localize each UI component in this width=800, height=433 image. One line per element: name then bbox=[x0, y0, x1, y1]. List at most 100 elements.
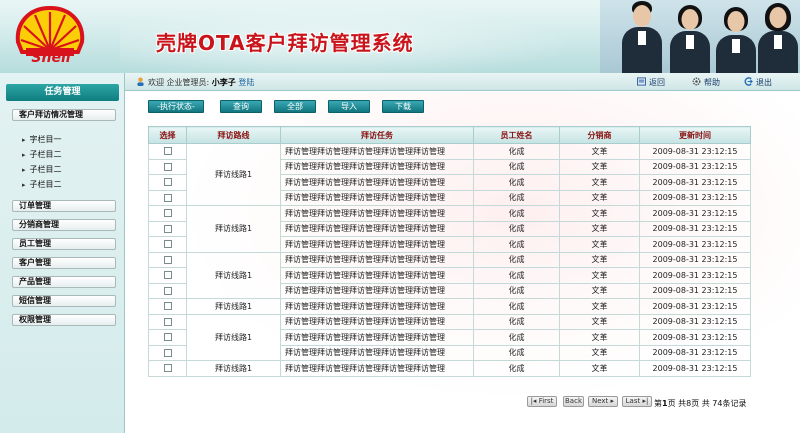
updated-cell: 2009-08-31 23:12:15 bbox=[639, 298, 751, 315]
query-button[interactable]: 查询 bbox=[220, 100, 262, 113]
download-button[interactable]: 下载 bbox=[382, 100, 424, 113]
distributor-cell: 文革 bbox=[559, 267, 640, 284]
back-button[interactable]: 返回 bbox=[637, 77, 665, 88]
row-checkbox[interactable] bbox=[163, 333, 172, 342]
first-icon: |◂ bbox=[530, 397, 537, 405]
distributor-cell: 文革 bbox=[559, 313, 640, 330]
sidebar-item-customers[interactable]: 客户管理 bbox=[12, 257, 116, 269]
employee-cell: 化成 bbox=[473, 313, 560, 330]
first-page-button[interactable]: |◂ First bbox=[527, 396, 557, 407]
last-page-button[interactable]: Last ▸| bbox=[622, 396, 652, 407]
employee-cell: 化成 bbox=[473, 174, 560, 191]
updated-cell: 2009-08-31 23:12:15 bbox=[639, 360, 751, 377]
employee-cell: 化成 bbox=[473, 360, 560, 377]
select-cell bbox=[148, 313, 187, 330]
banner-photo bbox=[600, 0, 800, 73]
updated-cell: 2009-08-31 23:12:15 bbox=[639, 251, 751, 268]
row-checkbox[interactable] bbox=[163, 364, 172, 373]
col-header-employee: 员工姓名 bbox=[473, 126, 560, 144]
task-cell: 拜访管理拜访管理拜访管理拜访管理拜访管理 bbox=[280, 189, 474, 206]
row-checkbox[interactable] bbox=[163, 271, 172, 280]
task-cell: 拜访管理拜访管理拜访管理拜访管理拜访管理 bbox=[280, 205, 474, 222]
sidebar-subitem[interactable]: 字栏目一 bbox=[22, 134, 62, 145]
select-cell bbox=[148, 298, 187, 315]
header-banner: Shell 壳牌OTA客户拜访管理系统 bbox=[0, 0, 800, 73]
table-row: 拜访线路1 拜访管理拜访管理拜访管理拜访管理拜访管理 化成 文革 2009-08-31 … bbox=[148, 298, 751, 315]
table-row: 拜访线路1 拜访管理拜访管理拜访管理拜访管理拜访管理 化成 文革 2009-08-31 … bbox=[148, 313, 751, 361]
task-cell: 拜访管理拜访管理拜访管理拜访管理拜访管理 bbox=[280, 282, 474, 299]
col-header-route: 拜访路线 bbox=[186, 126, 281, 144]
row-checkbox[interactable] bbox=[163, 147, 172, 156]
distributor-cell: 文革 bbox=[559, 205, 640, 222]
task-cell: 拜访管理拜访管理拜访管理拜访管理拜访管理 bbox=[280, 174, 474, 191]
table-row: 拜访线路1 拜访管理拜访管理拜访管理拜访管理拜访管理 化成 文革 2009-08-31 … bbox=[148, 143, 751, 206]
row-checkbox[interactable] bbox=[163, 348, 172, 357]
sidebar: 任务管理 客户拜访情况管理 字栏目一 子栏目二 子栏目二 子栏目二 订单管理 分… bbox=[0, 73, 125, 433]
row-checkbox[interactable] bbox=[163, 178, 172, 187]
distributor-cell: 文革 bbox=[559, 174, 640, 191]
sidebar-item-employees[interactable]: 员工管理 bbox=[12, 238, 116, 250]
sidebar-subitem[interactable]: 子栏目二 bbox=[22, 179, 62, 190]
task-cell: 拜访管理拜访管理拜访管理拜访管理拜访管理 bbox=[280, 313, 474, 330]
next-icon: ▸ bbox=[610, 397, 615, 405]
row-checkbox[interactable] bbox=[163, 302, 172, 311]
table-row: 拜访线路1 拜访管理拜访管理拜访管理拜访管理拜访管理 化成 文革 2009-08-31 … bbox=[148, 251, 751, 299]
employee-cell: 化成 bbox=[473, 143, 560, 160]
select-cell bbox=[148, 360, 187, 377]
updated-cell: 2009-08-31 23:12:15 bbox=[639, 344, 751, 361]
import-button[interactable]: 导入 bbox=[328, 100, 370, 113]
select-cell bbox=[148, 174, 187, 191]
welcome-text: 欢迎 企业管理员: 小李子 登陆 bbox=[136, 77, 254, 88]
updated-cell: 2009-08-31 23:12:15 bbox=[639, 205, 751, 222]
help-button[interactable]: 帮助 bbox=[692, 77, 720, 88]
row-checkbox[interactable] bbox=[163, 317, 172, 326]
updated-cell: 2009-08-31 23:12:15 bbox=[639, 313, 751, 330]
status-select[interactable]: -执行状态- bbox=[148, 100, 204, 113]
row-checkbox[interactable] bbox=[163, 224, 172, 233]
employee-cell: 化成 bbox=[473, 282, 560, 299]
col-header-select: 选择 bbox=[148, 126, 187, 144]
username: 小李子 bbox=[211, 78, 236, 87]
route-cell: 拜访线路1 bbox=[186, 313, 281, 361]
task-cell: 拜访管理拜访管理拜访管理拜访管理拜访管理 bbox=[280, 329, 474, 346]
prev-page-button[interactable]: Back bbox=[563, 396, 584, 407]
sidebar-item-sms[interactable]: 短信管理 bbox=[12, 295, 116, 307]
task-cell: 拜访管理拜访管理拜访管理拜访管理拜访管理 bbox=[280, 360, 474, 377]
all-button[interactable]: 全部 bbox=[274, 100, 316, 113]
sidebar-item-products[interactable]: 产品管理 bbox=[12, 276, 116, 288]
row-checkbox[interactable] bbox=[163, 162, 172, 171]
updated-cell: 2009-08-31 23:12:15 bbox=[639, 143, 751, 160]
sidebar-item-visit-management[interactable]: 客户拜访情况管理 bbox=[12, 109, 116, 121]
next-page-button[interactable]: Next ▸ bbox=[588, 396, 618, 407]
employee-cell: 化成 bbox=[473, 220, 560, 237]
sidebar-subitem[interactable]: 子栏目二 bbox=[22, 164, 62, 175]
route-cell: 拜访线路1 bbox=[186, 360, 281, 377]
row-checkbox[interactable] bbox=[163, 193, 172, 202]
task-cell: 拜访管理拜访管理拜访管理拜访管理拜访管理 bbox=[280, 344, 474, 361]
sidebar-item-orders[interactable]: 订单管理 bbox=[12, 200, 116, 212]
select-cell bbox=[148, 143, 187, 160]
select-cell bbox=[148, 158, 187, 175]
sidebar-subitem[interactable]: 子栏目二 bbox=[22, 149, 62, 160]
select-cell bbox=[148, 329, 187, 346]
sidebar-header: 任务管理 bbox=[6, 84, 119, 101]
updated-cell: 2009-08-31 23:12:15 bbox=[639, 189, 751, 206]
distributor-cell: 文革 bbox=[559, 189, 640, 206]
sidebar-item-permissions[interactable]: 权限管理 bbox=[12, 314, 116, 326]
row-checkbox[interactable] bbox=[163, 209, 172, 218]
route-cell: 拜访线路1 bbox=[186, 251, 281, 299]
col-header-updated: 更新时间 bbox=[639, 126, 751, 144]
row-checkbox[interactable] bbox=[163, 255, 172, 264]
employee-cell: 化成 bbox=[473, 329, 560, 346]
employee-cell: 化成 bbox=[473, 298, 560, 315]
row-checkbox[interactable] bbox=[163, 286, 172, 295]
employee-cell: 化成 bbox=[473, 158, 560, 175]
employee-cell: 化成 bbox=[473, 267, 560, 284]
last-icon: ▸| bbox=[642, 397, 649, 405]
login-link[interactable]: 登陆 bbox=[238, 78, 254, 87]
select-cell bbox=[148, 251, 187, 268]
sidebar-item-distributors[interactable]: 分销商管理 bbox=[12, 219, 116, 231]
updated-cell: 2009-08-31 23:12:15 bbox=[639, 158, 751, 175]
row-checkbox[interactable] bbox=[163, 240, 172, 249]
exit-button[interactable]: 退出 bbox=[744, 77, 772, 88]
